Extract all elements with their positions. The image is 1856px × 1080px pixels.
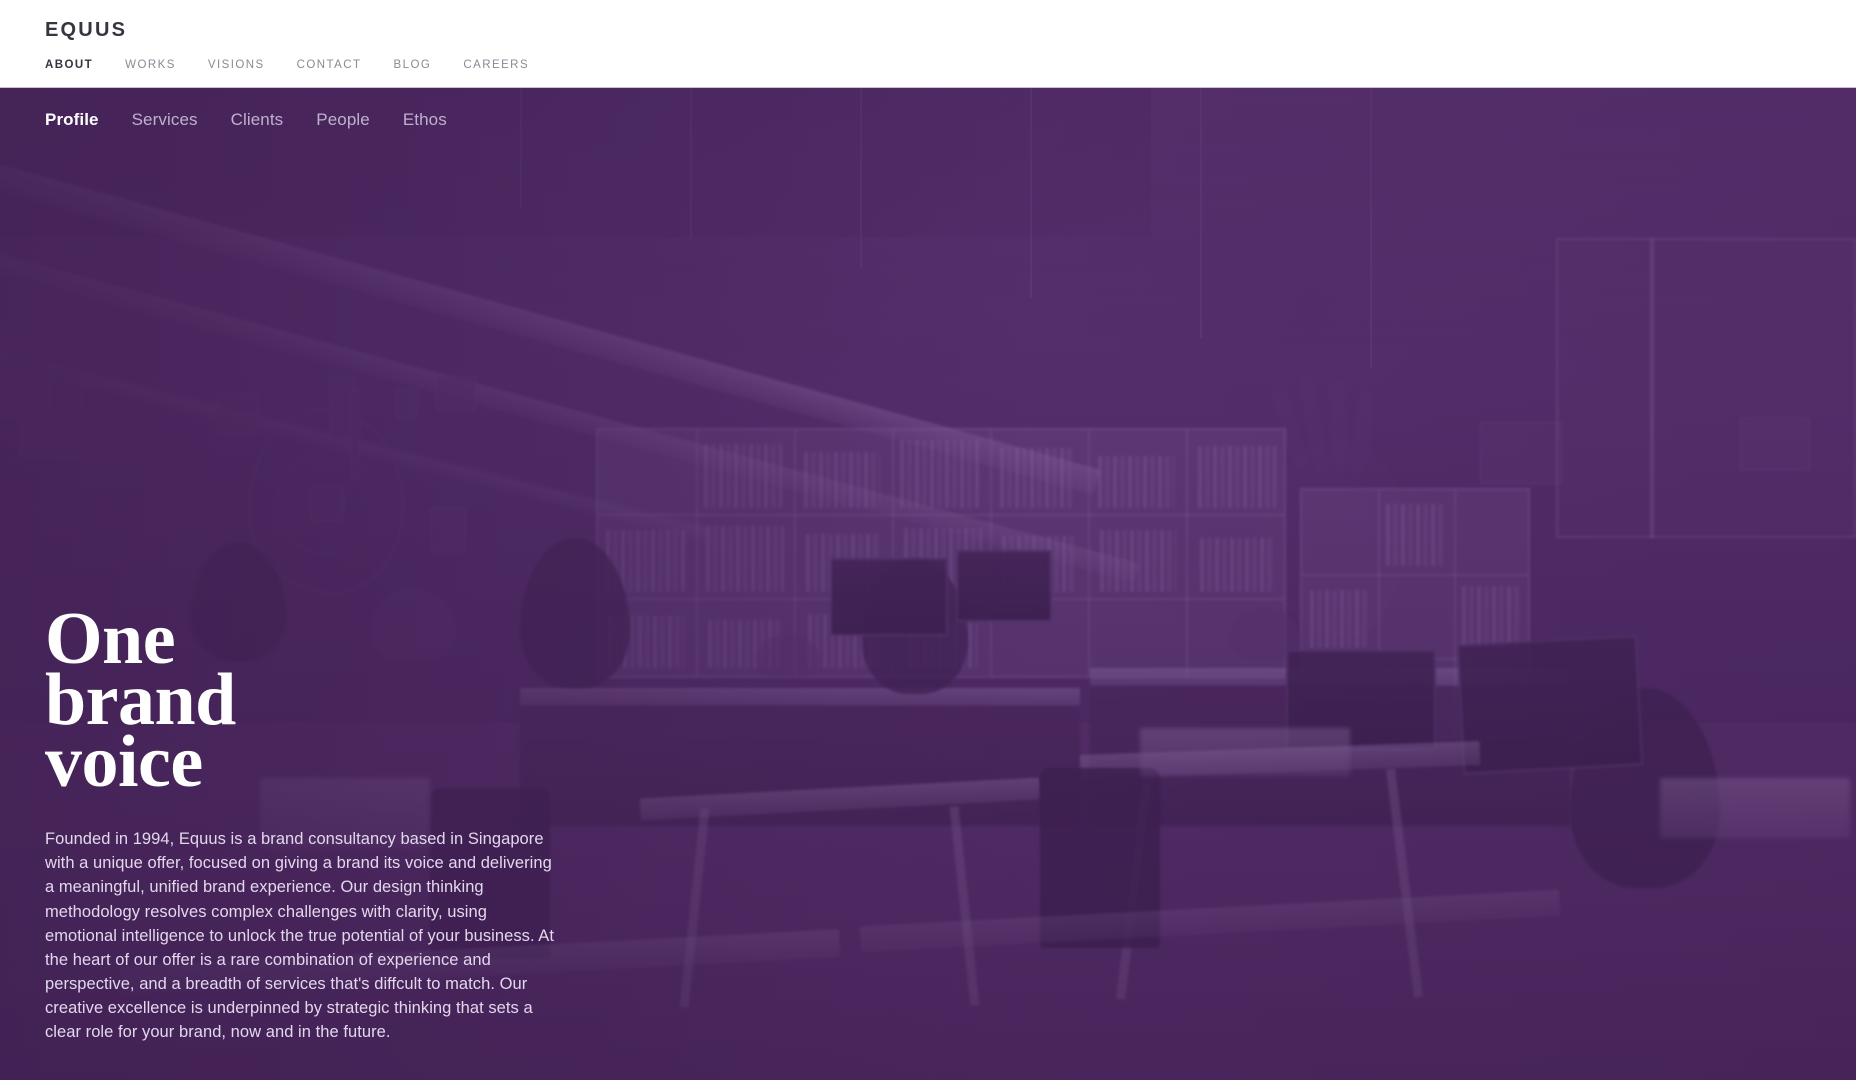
nav-item-about[interactable]: ABOUT	[45, 59, 93, 71]
hero-headline: One brand voice	[45, 602, 665, 803]
headline-line-3: voice	[45, 720, 203, 803]
site-header: EQUUS ABOUT WORKS VISIONS CONTACT BLOG C…	[0, 0, 1856, 88]
subnav-item-clients[interactable]: Clients	[231, 110, 284, 130]
nav-item-works[interactable]: WORKS	[125, 59, 176, 71]
nav-item-careers[interactable]: CAREERS	[463, 59, 529, 71]
nav-item-visions[interactable]: VISIONS	[208, 59, 265, 71]
brand-logo[interactable]: EQUUS	[45, 19, 127, 42]
subnav-item-people[interactable]: People	[316, 110, 370, 130]
subnav-item-ethos[interactable]: Ethos	[403, 110, 447, 130]
subnav-item-services[interactable]: Services	[132, 110, 198, 130]
primary-navigation: ABOUT WORKS VISIONS CONTACT BLOG CAREERS	[45, 59, 561, 71]
secondary-navigation: Profile Services Clients People Ethos	[45, 110, 480, 130]
nav-item-contact[interactable]: CONTACT	[297, 59, 362, 71]
hero-paragraph: Founded in 1994, Equus is a brand consul…	[45, 830, 554, 1041]
hero-section: Profile Services Clients People Ethos On…	[0, 88, 1856, 1080]
hero-copy-block: One brand voice Founded in 1994, Equus i…	[45, 602, 665, 1080]
subnav-item-profile[interactable]: Profile	[45, 110, 99, 130]
nav-item-blog[interactable]: BLOG	[394, 59, 432, 71]
